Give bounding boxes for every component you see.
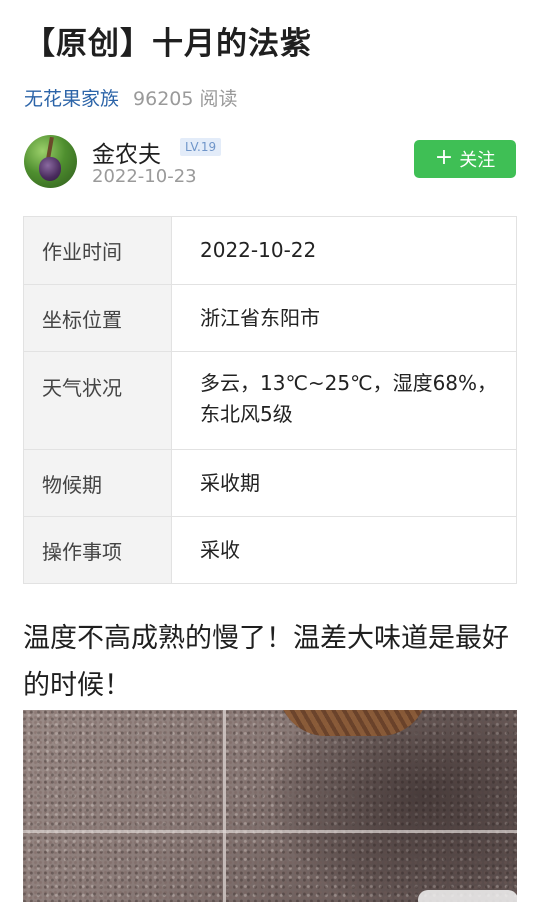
row-value: 多云，13℃~25℃，湿度68%，东北风5级 bbox=[171, 351, 517, 450]
avatar[interactable] bbox=[24, 135, 77, 188]
article-photo[interactable] bbox=[23, 710, 517, 902]
fig-fruit bbox=[39, 157, 61, 181]
row-value: 2022-10-22 bbox=[171, 216, 517, 285]
row-key: 操作事项 bbox=[23, 516, 172, 584]
table-row: 作业时间 2022-10-22 bbox=[23, 216, 517, 285]
article-meta: 无花果家族 96205 阅读 bbox=[24, 84, 238, 111]
article-body-text: 温度不高成熟的慢了！温差大味道是最好的时候！ bbox=[23, 623, 509, 701]
follow-button[interactable]: + 关注 bbox=[414, 140, 516, 178]
photo-shadow bbox=[273, 710, 517, 902]
row-value: 采收期 bbox=[171, 449, 517, 517]
fig-stem bbox=[46, 136, 54, 160]
row-value: 采收 bbox=[171, 516, 517, 584]
table-row: 物候期 采收期 bbox=[23, 449, 517, 517]
row-key: 物候期 bbox=[23, 449, 172, 517]
group-link[interactable]: 无花果家族 bbox=[24, 84, 119, 111]
read-count: 96205 阅读 bbox=[133, 88, 238, 110]
table-row: 坐标位置 浙江省东阳市 bbox=[23, 284, 517, 352]
table-row: 操作事项 采收 bbox=[23, 516, 517, 584]
row-key: 坐标位置 bbox=[23, 284, 172, 352]
row-key: 作业时间 bbox=[23, 216, 172, 285]
tile-seam bbox=[23, 830, 517, 833]
table-row: 天气状况 多云，13℃~25℃，湿度68%，东北风5级 bbox=[23, 351, 517, 450]
follow-label: 关注 bbox=[459, 150, 496, 171]
author-bar: 金农夫 LV.19 2022-10-23 + 关注 bbox=[24, 135, 516, 191]
tile-seam bbox=[223, 710, 226, 902]
row-value: 浙江省东阳市 bbox=[171, 284, 517, 352]
post-date: 2022-10-23 bbox=[92, 166, 197, 187]
photo-glare bbox=[418, 890, 517, 902]
article-title: 【原创】十月的法紫 bbox=[24, 26, 312, 62]
author-name[interactable]: 金农夫 bbox=[92, 135, 161, 169]
work-info-table: 作业时间 2022-10-22 坐标位置 浙江省东阳市 天气状况 多云，13℃~… bbox=[23, 216, 517, 584]
level-badge: LV.19 bbox=[180, 138, 222, 156]
plus-icon: + bbox=[434, 145, 454, 170]
row-key: 天气状况 bbox=[23, 351, 172, 450]
